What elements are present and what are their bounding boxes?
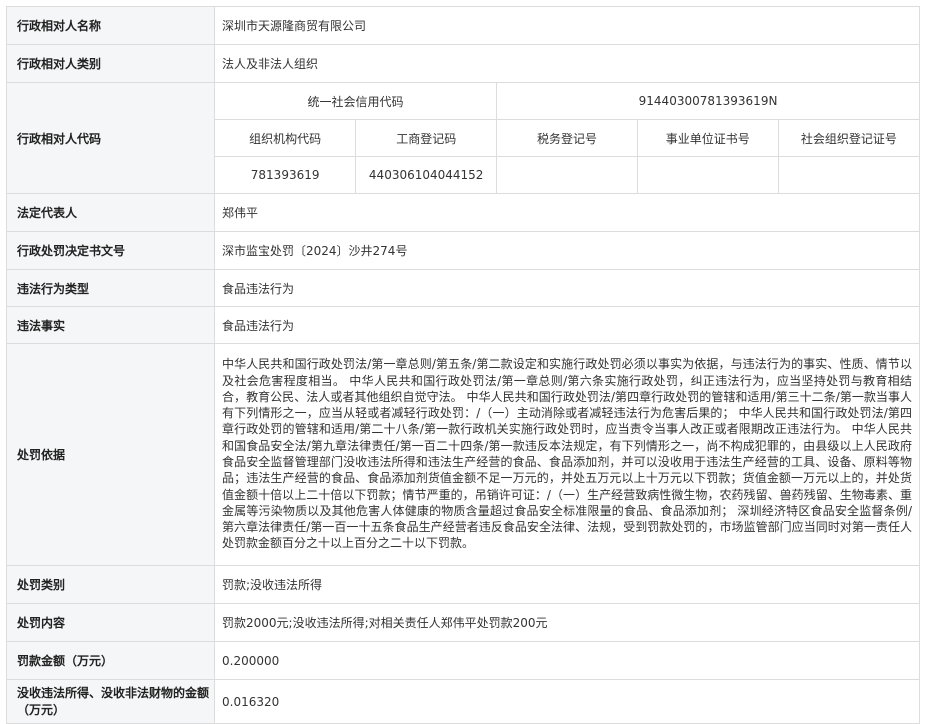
- violation-fact-value: 食品违法行为: [214, 306, 920, 344]
- social-org-header: 社会组织登记证号: [778, 119, 919, 157]
- penalty-type-value: 罚款;没收违法所得: [214, 565, 920, 604]
- violation-fact-label: 违法事实: [6, 306, 215, 344]
- doc-no-label: 行政处罚决定书文号: [6, 231, 215, 270]
- row-doc-no: 行政处罚决定书文号 深市监宝处罚〔2024〕沙井274号: [6, 231, 920, 270]
- row-violation-type: 违法行为类型 食品违法行为: [6, 269, 920, 307]
- row-code: 行政相对人代码 统一社会信用代码 91440300781393619N 组织机构…: [6, 82, 920, 194]
- tax-reg-value: [496, 156, 638, 193]
- business-reg-value: 440306104044152: [355, 156, 498, 193]
- row-category: 行政相对人类别 法人及非法人组织: [6, 44, 920, 83]
- row-fine: 罚款金额（万元） 0.200000: [6, 641, 920, 680]
- penalty-info-table: 行政相对人名称 深圳市天源隆商贸有限公司 行政相对人类别 法人及非法人组织 行政…: [6, 6, 920, 724]
- social-org-value: [778, 157, 919, 194]
- name-label: 行政相对人名称: [6, 6, 215, 45]
- business-reg-header: 工商登记码: [355, 119, 498, 157]
- institution-cert-header: 事业单位证书号: [637, 119, 779, 157]
- org-code-value: 781393619: [215, 156, 357, 193]
- row-basis: 处罚依据 中华人民共和国行政处罚法/第一章总则/第五条/第二款设定和实施行政处罚…: [6, 343, 920, 566]
- penalty-type-label: 处罚类别: [6, 565, 215, 604]
- basis-label: 处罚依据: [6, 343, 215, 566]
- fine-value: 0.200000: [214, 641, 920, 680]
- code-subtable: 统一社会信用代码 91440300781393619N 组织机构代码 工商登记码…: [215, 83, 919, 193]
- doc-no-value: 深市监宝处罚〔2024〕沙井274号: [214, 231, 920, 270]
- row-violation-fact: 违法事实 食品违法行为: [6, 306, 920, 344]
- code-header-row: 组织机构代码 工商登记码 税务登记号 事业单位证书号 社会组织登记证号: [215, 119, 919, 157]
- name-value: 深圳市天源隆商贸有限公司: [214, 6, 920, 45]
- legal-rep-label: 法定代表人: [6, 193, 215, 232]
- basis-value: 中华人民共和国行政处罚法/第一章总则/第五条/第二款设定和实施行政处罚必须以事实…: [214, 343, 920, 566]
- tax-reg-header: 税务登记号: [496, 119, 638, 157]
- row-penalty-type: 处罚类别 罚款;没收违法所得: [6, 565, 920, 604]
- org-code-header: 组织机构代码: [215, 119, 357, 157]
- violation-type-label: 违法行为类型: [6, 269, 215, 307]
- uscc-value: 91440300781393619N: [496, 83, 919, 120]
- row-penalty-content: 处罚内容 罚款2000元;没收违法所得;对相关责任人郑伟平处罚款200元: [6, 603, 920, 642]
- legal-rep-value: 郑伟平: [214, 193, 920, 232]
- code-cell: 统一社会信用代码 91440300781393619N 组织机构代码 工商登记码…: [214, 82, 920, 194]
- violation-type-value: 食品违法行为: [214, 269, 920, 307]
- fine-label: 罚款金额（万元）: [6, 641, 215, 680]
- uscc-row: 统一社会信用代码 91440300781393619N: [215, 83, 919, 120]
- category-label: 行政相对人类别: [6, 44, 215, 83]
- code-value-row: 781393619 440306104044152: [215, 156, 919, 194]
- category-value: 法人及非法人组织: [214, 44, 920, 83]
- uscc-label: 统一社会信用代码: [215, 83, 498, 120]
- row-name: 行政相对人名称 深圳市天源隆商贸有限公司: [6, 6, 920, 45]
- code-label: 行政相对人代码: [6, 82, 215, 194]
- penalty-content-value: 罚款2000元;没收违法所得;对相关责任人郑伟平处罚款200元: [214, 603, 920, 642]
- row-legal-rep: 法定代表人 郑伟平: [6, 193, 920, 232]
- institution-cert-value: [637, 156, 779, 193]
- penalty-content-label: 处罚内容: [6, 603, 215, 642]
